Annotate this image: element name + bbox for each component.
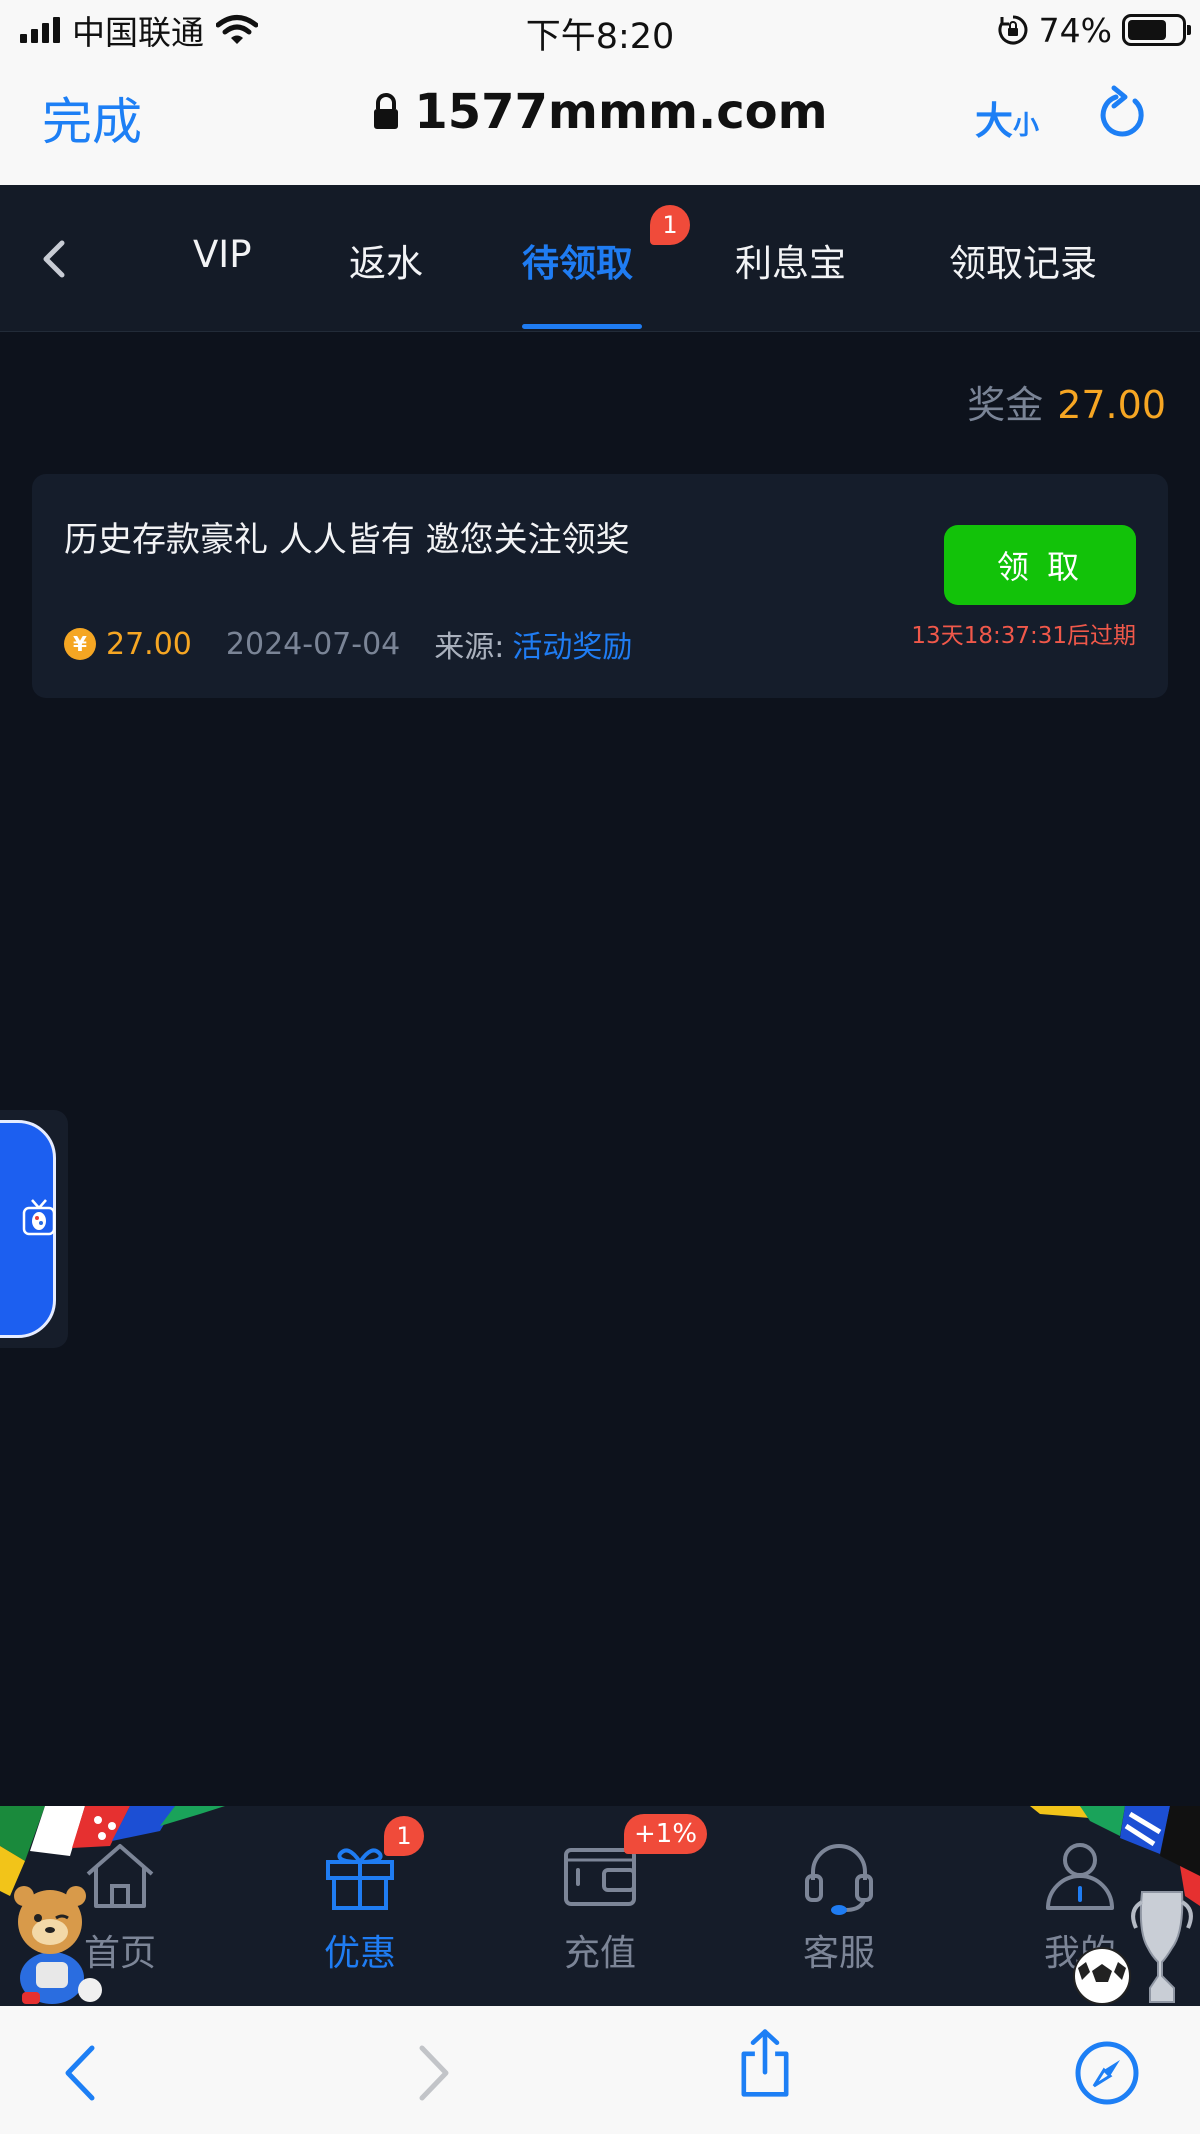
tab-pending[interactable]: 待领取 [522, 233, 633, 287]
reward-card: 历史存款豪礼 人人皆有 邀您关注领奖 ¥ 27.00 2024-07-04 来源… [32, 474, 1168, 698]
status-bar: 中国联通 下午8:20 74% [0, 0, 1200, 60]
floating-live-tab[interactable] [0, 1110, 68, 1348]
nav-deposit-label: 充值 [563, 1933, 636, 1974]
nav-deposit[interactable]: 充值 [530, 1836, 670, 1976]
orientation-lock-icon [998, 15, 1028, 45]
compass-icon[interactable] [1072, 2038, 1142, 2108]
lock-icon [374, 93, 399, 129]
battery-fill [1128, 20, 1167, 40]
text-size-button[interactable]: 大小 [975, 90, 1039, 145]
share-icon[interactable] [730, 2028, 800, 2098]
reward-meta: ¥ 27.00 2024-07-04 来源: 活动奖励 [64, 622, 632, 666]
active-tab-indicator [522, 324, 642, 329]
coin-icon: ¥ [64, 628, 96, 660]
headset-icon [805, 1844, 873, 1915]
bonus-value: 27.00 [1057, 383, 1166, 427]
expiry-countdown: 13天18:37:31后过期 [911, 623, 1136, 649]
nav-support-label: 客服 [802, 1933, 875, 1974]
tab-vip[interactable]: VIP [193, 233, 252, 276]
battery-icon [1122, 14, 1191, 46]
claim-button[interactable]: 领 取 [944, 525, 1136, 605]
live-tv-icon [22, 1199, 56, 1236]
back-chevron-icon[interactable] [32, 229, 72, 289]
source-label: 来源: [434, 630, 505, 665]
promo-tab-bar: VIP 返水 待领取 1 利息宝 领取记录 [0, 185, 1200, 332]
browser-forward-icon[interactable] [394, 2038, 464, 2108]
reload-icon[interactable] [1096, 84, 1150, 144]
bottom-nav: 首页 优惠 1 充值 +1% 客服 我的 [0, 1806, 1200, 2006]
browser-address-bar: 完成 1577mmm.com 大小 [0, 60, 1200, 185]
text-size-big: 大 [975, 99, 1014, 143]
reward-date: 2024-07-04 [225, 626, 401, 662]
bonus-total: 奖金 27.00 [967, 374, 1166, 429]
nav-support[interactable]: 客服 [769, 1836, 909, 1976]
nav-promotions-badge: 1 [384, 1816, 424, 1856]
bonus-label: 奖金 [967, 383, 1044, 427]
tab-rebate[interactable]: 返水 [349, 233, 423, 287]
url-text: 1577mmm.com [414, 84, 828, 140]
safari-toolbar [0, 2006, 1200, 2134]
tab-claim-history[interactable]: 领取记录 [949, 233, 1097, 287]
trophy-image [1073, 1891, 1193, 2005]
battery-percent: 74% [1038, 10, 1112, 50]
status-right: 74% [997, 10, 1191, 50]
nav-promotions[interactable]: 优惠 [290, 1836, 430, 1976]
mascot-image [14, 1886, 102, 2004]
tab-pending-badge: 1 [650, 205, 690, 245]
text-size-small: 小 [1013, 111, 1040, 141]
source-value: 活动奖励 [512, 630, 633, 665]
reward-amount: 27.00 [106, 626, 192, 662]
nav-deposit-badge: +1% [624, 1814, 708, 1854]
reward-title: 历史存款豪礼 人人皆有 邀您关注领奖 [64, 520, 630, 560]
tab-interest[interactable]: 利息宝 [735, 233, 846, 287]
nav-promotions-label: 优惠 [323, 1933, 396, 1974]
browser-back-icon[interactable] [50, 2038, 120, 2108]
